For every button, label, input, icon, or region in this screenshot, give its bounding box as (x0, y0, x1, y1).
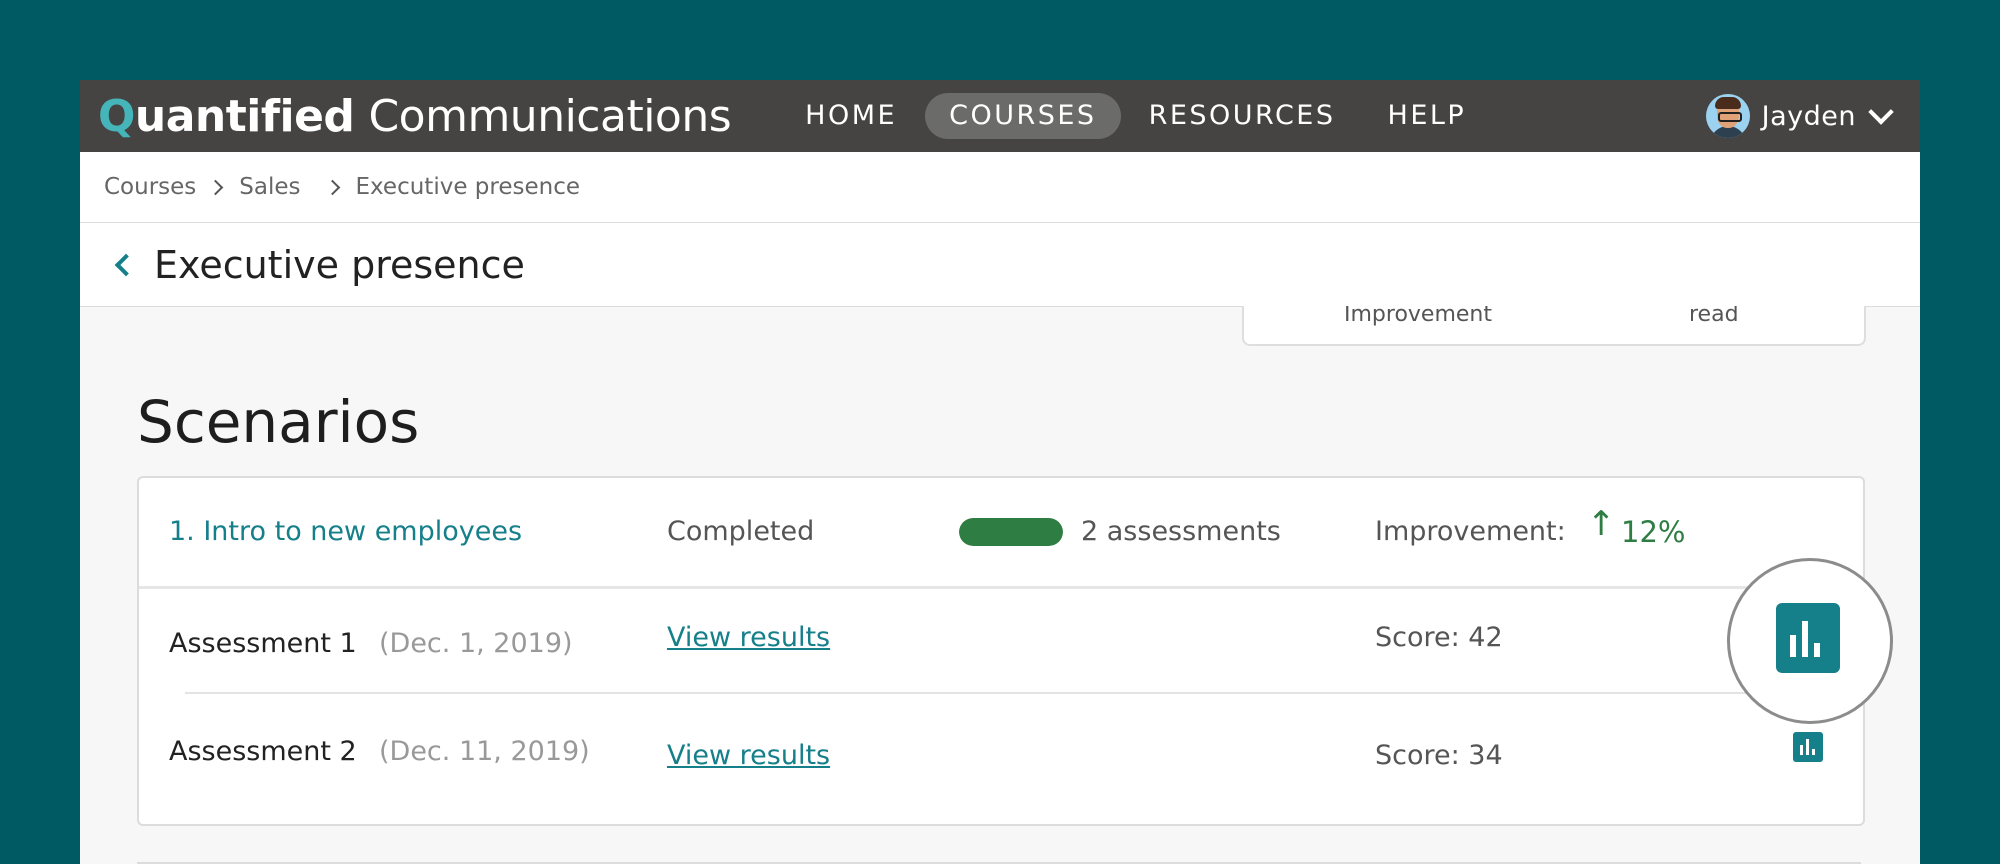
nav-resources[interactable]: RESOURCES (1125, 93, 1360, 139)
assessment-score: Score: 42 (1375, 622, 1503, 653)
highlight-ring (1727, 558, 1893, 724)
bar-chart-icon[interactable] (1776, 603, 1840, 673)
bar-chart-icon[interactable] (1793, 732, 1823, 762)
stat-label-improvement: Improvement (1344, 306, 1492, 327)
improvement-label: Improvement: (1375, 516, 1566, 547)
page-header: Executive presence (80, 223, 1920, 307)
chevron-down-icon (1868, 99, 1894, 125)
scenario-card: 1. Intro to new employees Completed 2 as… (137, 476, 1865, 826)
breadcrumb: Courses Sales Executive presence (80, 152, 1920, 223)
logo-communications: Communications (368, 90, 732, 142)
improvement-value: 12% (1621, 515, 1686, 549)
chevron-left-icon[interactable] (114, 253, 138, 276)
breadcrumb-sales[interactable]: Sales (239, 174, 300, 200)
arrow-up-icon: ↑ (1587, 504, 1616, 544)
chevron-right-icon (208, 179, 224, 195)
nav-help[interactable]: HELP (1364, 93, 1491, 139)
assessment-date: (Dec. 1, 2019) (379, 628, 573, 659)
avatar (1705, 94, 1750, 138)
main-nav: HOME COURSES RESOURCES HELP (781, 93, 1494, 139)
scenario-progress-bar (959, 518, 1063, 546)
breadcrumb-courses[interactable]: Courses (104, 174, 196, 200)
top-navigation: Quantified Communications HOME COURSES RE… (80, 80, 1920, 152)
scenario-name[interactable]: 1. Intro to new employees (169, 516, 522, 547)
chevron-right-icon (324, 179, 340, 195)
breadcrumb-executive-presence: Executive presence (355, 174, 581, 200)
scenario-status: Completed (667, 516, 815, 547)
logo-quantified: uantified (134, 90, 355, 142)
section-title: Scenarios (137, 388, 420, 456)
user-name: Jayden (1761, 100, 1856, 132)
view-results-link[interactable]: View results (667, 622, 830, 653)
assessment-name: Assessment 1 (169, 628, 357, 659)
assessment-count: 2 assessments (1081, 516, 1281, 547)
nav-home[interactable]: HOME (781, 93, 921, 139)
row-divider (185, 692, 1845, 694)
app-window: Quantified Communications HOME COURSES RE… (80, 80, 1920, 864)
scenario-header[interactable]: 1. Intro to new employees Completed 2 as… (139, 478, 1863, 589)
assessment-name: Assessment 2 (169, 736, 357, 767)
nav-courses[interactable]: COURSES (925, 93, 1121, 139)
brand-logo[interactable]: Quantified Communications (98, 90, 732, 142)
page-title: Executive presence (154, 242, 525, 287)
assessment-score: Score: 34 (1375, 740, 1503, 771)
view-results-link[interactable]: View results (667, 740, 830, 771)
stat-label-read: read (1689, 306, 1739, 327)
logo-q: Q (98, 90, 135, 142)
assessment-date: (Dec. 11, 2019) (379, 736, 590, 767)
stats-card: Improvement read (1242, 306, 1866, 346)
user-menu[interactable]: Jayden (1705, 80, 1894, 152)
